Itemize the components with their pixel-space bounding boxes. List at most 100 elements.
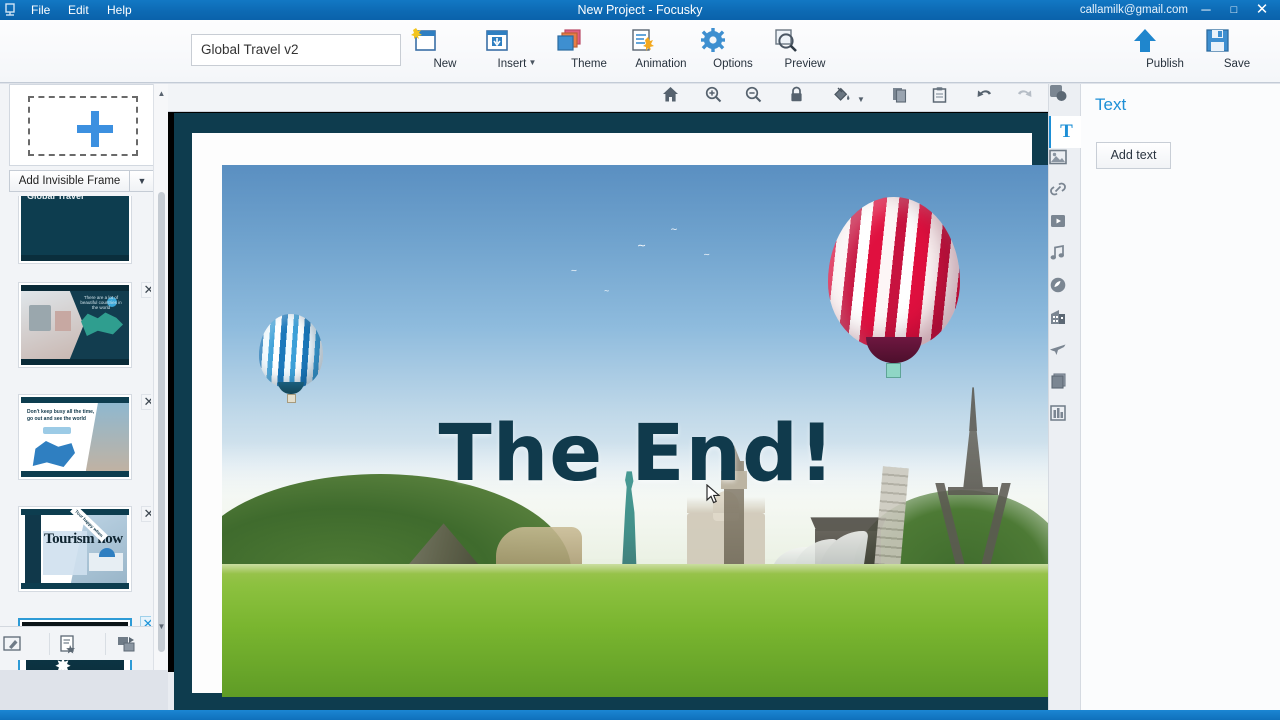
slide-thumbnail-1[interactable]: Global Travel [18,196,132,264]
slides-scrollbar[interactable]: ▲ ▼ [153,84,168,670]
canvas-area: ▼ ∼ ∼ ∼ ∼ ∼ The End! [168,84,1048,710]
add-frame-preview[interactable] [9,84,155,166]
animation-button[interactable]: Animation [626,25,696,81]
slide-thumbnail-4-close-icon[interactable]: ✕ [141,506,151,522]
title-bar: File Edit Help New Project - Focusky cal… [0,0,1280,20]
slide-thumbnail-3-close-icon[interactable]: ✕ [141,394,151,410]
bird-icon: ∼ [637,240,647,253]
account-email[interactable]: callamilk@gmail.com [1080,0,1188,20]
preview-button[interactable]: Preview [770,25,840,81]
add-text-button[interactable]: Add text [1096,142,1171,169]
airplane-icon[interactable] [1049,340,1082,372]
menu-file[interactable]: File [24,0,57,20]
insert-icon [482,27,552,57]
fill-dropdown-chevron-down-icon[interactable]: ▼ [854,86,868,110]
panel-title: Text [1095,95,1127,114]
bird-icon-3: ∼ [703,250,711,260]
balloon-basket [287,393,297,403]
scroll-up-arrow-icon[interactable]: ▲ [154,86,169,101]
home-icon[interactable] [662,86,690,110]
new-button[interactable]: New [410,25,480,81]
bird-icon-2: ∼ [670,223,678,234]
canvas-toolbar: ▼ [168,84,1048,112]
preview-button-label: Preview [784,58,826,70]
publish-button[interactable]: Publish [1130,25,1200,81]
slide-headline[interactable]: The End! [222,415,1048,493]
insert-button-label: Insert ▼ [497,58,537,70]
layers-icon[interactable] [1049,372,1082,404]
video-icon[interactable] [1049,212,1082,244]
chart-icon[interactable] [1049,404,1082,436]
focusky-app-window: File Edit Help New Project - Focusky cal… [0,0,1280,720]
animation-button-label: Animation [635,58,687,70]
slide-thumbnail-2[interactable]: There are a lot of beautiful countries i… [18,282,151,368]
zoom-in-icon[interactable] [705,86,733,110]
options-button-label: Options [713,58,753,70]
theme-button[interactable]: Theme [554,25,624,81]
slide-thumbnail-3[interactable]: Don't keep busy all the time, go out and… [18,394,151,480]
slides-bottom-toolbar [0,626,168,660]
new-button-label: New [433,58,457,70]
publish-up-arrow-icon [1130,27,1200,57]
slide-thumbnail-3-title: Don't keep busy all the time, go out and… [27,409,95,422]
close-icon[interactable]: ✕ [1248,0,1276,20]
slide-thumbnail-list[interactable]: Global Travel There are a lot of beautif… [9,196,151,670]
theme-button-label: Theme [571,58,607,70]
text-icon[interactable]: T [1049,116,1082,148]
bird-icon-4: ∼ [570,266,578,276]
paste-icon[interactable] [931,86,959,110]
flash-swirl-icon[interactable] [1049,276,1082,308]
redo-icon[interactable] [1015,86,1043,110]
text-properties-panel: Text Add text [1081,84,1280,710]
slide-thumbnail-4[interactable]: Tourism how Tour happy when ✕ [18,506,151,592]
slide-photo[interactable]: ∼ ∼ ∼ ∼ ∼ The End! [222,165,1048,697]
scroll-down-arrow-icon[interactable]: ▼ [154,619,169,634]
add-frame-dropdown-chevron-down-icon[interactable]: ▼ [130,170,155,192]
link-icon[interactable] [1049,180,1082,212]
focusky-logo-icon [5,3,19,17]
slide-thumbnail-4-title: Tourism how [44,531,123,547]
balloon-basket [885,362,901,378]
dashed-frame-outline [28,96,138,156]
balloon-base [865,336,922,363]
insert-button[interactable]: Insert ▼ [482,25,552,81]
zoom-out-icon[interactable] [745,86,773,110]
music-icon[interactable] [1049,244,1082,276]
balloon-base [278,381,305,394]
slide-frame-border[interactable]: ∼ ∼ ∼ ∼ ∼ The End! [174,113,1048,710]
status-bar [0,710,1280,720]
animation-icon [626,27,696,57]
add-invisible-frame-button[interactable]: Add Invisible Frame [9,170,130,192]
new-slide-icon [410,27,480,57]
publish-button-label: Publish [1146,58,1184,70]
slide-stage[interactable]: ∼ ∼ ∼ ∼ ∼ The End! [168,112,1048,710]
blue-striped-hot-air-balloon[interactable] [259,313,324,403]
image-icon[interactable] [1049,148,1082,180]
menu-edit[interactable]: Edit [61,0,96,20]
slide-thumbnail-2-close-icon[interactable]: ✕ [141,282,151,298]
slides-panel: Add Invisible Frame ▼ Global Travel Ther… [0,84,168,670]
minimize-icon[interactable]: ─ [1192,0,1220,20]
main-toolbar: Global Travel v2 New Insert ▼ Theme Anim… [0,20,1280,83]
notes-star-icon[interactable] [58,631,103,657]
scrollbar-thumb[interactable] [158,192,165,652]
copy-icon[interactable] [891,86,919,110]
menu-help[interactable]: Help [100,0,139,20]
red-striped-hot-air-balloon[interactable] [827,196,960,378]
project-title-input[interactable]: Global Travel v2 [191,34,401,66]
slide-white-mat: ∼ ∼ ∼ ∼ ∼ The End! [192,133,1048,697]
save-button[interactable]: Save [1202,25,1272,81]
bird-icon-5: ∼ [603,288,610,296]
edit-pencil-icon[interactable] [2,631,47,657]
tools-rail: T [1048,84,1082,710]
building-icon[interactable] [1049,308,1082,340]
maximize-icon[interactable]: □ [1220,0,1248,20]
save-button-label: Save [1223,58,1251,70]
theme-icon [554,27,624,57]
options-button[interactable]: Options [698,25,768,81]
preview-magnifier-icon [770,27,840,57]
shapes-icon[interactable] [1049,84,1082,116]
lock-icon[interactable] [788,86,816,110]
undo-icon[interactable] [976,86,1004,110]
save-floppy-icon [1202,27,1272,57]
